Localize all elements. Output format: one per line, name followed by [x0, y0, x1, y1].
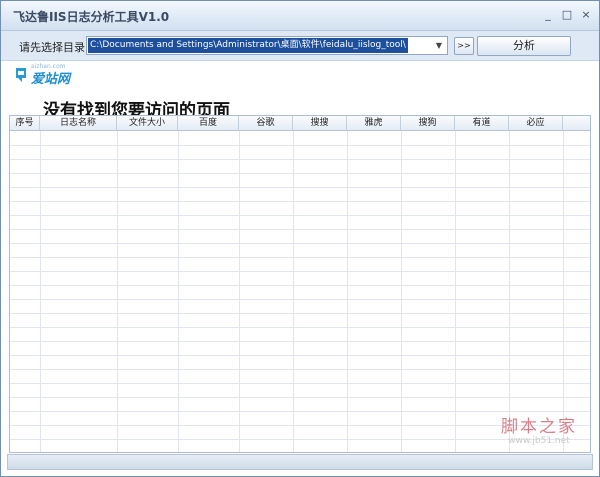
column-header[interactable]: 搜搜 [293, 116, 347, 130]
directory-path-combobox[interactable]: C:\Documents and Settings\Administrator\… [86, 36, 448, 55]
window-title: 飞达鲁IIS日志分析工具V1.0 [13, 10, 170, 24]
directory-label: 请先选择目录 [19, 41, 85, 54]
maximize-button[interactable]: □ [558, 8, 576, 22]
close-button[interactable]: × [577, 8, 595, 22]
table-header: 序号 日志名称 文件大小 百度 谷歌 搜搜 雅虎 搜狗 有道 必应 [10, 116, 590, 131]
watermark-title: 脚本之家 [501, 417, 577, 437]
column-header[interactable]: 文件大小 [117, 116, 178, 130]
log-table[interactable]: 序号 日志名称 文件大小 百度 谷歌 搜搜 雅虎 搜狗 有道 必应 [9, 115, 591, 453]
column-header[interactable]: 百度 [178, 116, 239, 130]
column-header-filler [563, 116, 590, 130]
watermark-url: www.jb51.net [508, 436, 570, 446]
column-header[interactable]: 有道 [455, 116, 509, 130]
column-header[interactable]: 日志名称 [40, 116, 117, 130]
table-gridlines [10, 131, 590, 452]
title-bar[interactable]: 飞达鲁IIS日志分析工具V1.0 _ □ × [1, 1, 599, 31]
directory-path-value[interactable]: C:\Documents and Settings\Administrator\… [88, 38, 408, 53]
minimize-button[interactable]: _ [539, 8, 557, 22]
column-header[interactable]: 搜狗 [401, 116, 455, 130]
aizhan-logo-icon [16, 68, 26, 82]
column-header[interactable]: 必应 [509, 116, 563, 130]
toolbar: 请先选择目录 C:\Documents and Settings\Adminis… [1, 31, 599, 61]
column-header[interactable]: 序号 [10, 116, 40, 130]
analyze-button[interactable]: 分析 [477, 36, 571, 56]
jb51-watermark: 脚本之家 www.jb51.net [501, 412, 577, 446]
app-window: 飞达鲁IIS日志分析工具V1.0 _ □ × 请先选择目录 C:\Documen… [0, 0, 600, 477]
column-header[interactable]: 雅虎 [347, 116, 401, 130]
chevron-down-icon[interactable]: ▼ [432, 38, 446, 53]
browse-button[interactable]: >> [454, 37, 474, 55]
aizhan-logo[interactable]: aizhan.com 爱站网 [13, 63, 85, 87]
column-header[interactable]: 谷歌 [239, 116, 293, 130]
aizhan-logo-text: 爱站网 [31, 72, 71, 87]
status-bar [7, 454, 593, 470]
